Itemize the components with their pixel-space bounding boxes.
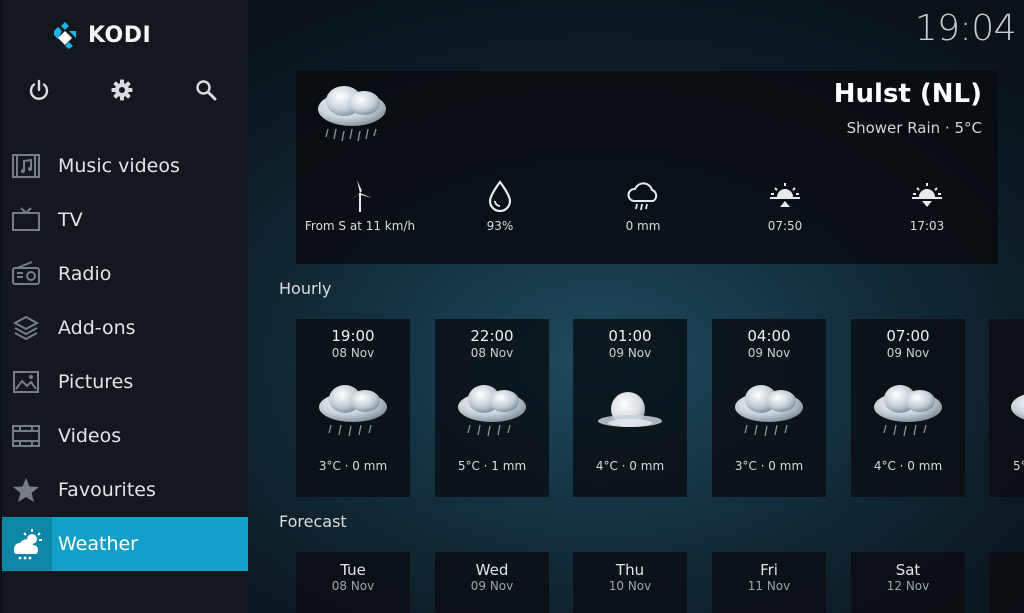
precipitation-stat: 0 mm bbox=[573, 179, 713, 234]
hourly-card[interactable]: 04:00 09 Nov 3°C · 0 mm bbox=[712, 319, 826, 497]
forecast-card[interactable]: Wed 09 Nov bbox=[435, 552, 549, 613]
film-icon bbox=[12, 425, 40, 447]
wind-turbine-icon bbox=[349, 180, 372, 212]
forecast-day: Thu bbox=[615, 561, 645, 579]
hourly-summary: 5° bbox=[1013, 459, 1024, 473]
forecast-card[interactable]: Tue 08 Nov bbox=[296, 552, 410, 613]
sidebar-item-label: TV bbox=[58, 209, 83, 231]
sidebar-item-weather[interactable]: Weather bbox=[2, 517, 248, 571]
forecast-date: 09 Nov bbox=[470, 579, 514, 593]
forecast-card[interactable]: Sat 12 Nov bbox=[851, 552, 965, 613]
sidebar-item-pictures[interactable]: Pictures bbox=[2, 355, 248, 409]
radio-icon bbox=[12, 261, 40, 285]
addons-icon bbox=[12, 315, 40, 341]
hourly-summary: 3°C · 0 mm bbox=[734, 459, 804, 473]
main-menu: Music videos TV Radio Add-ons Pictures V… bbox=[2, 139, 248, 571]
power-icon[interactable] bbox=[27, 78, 51, 102]
wind-value: From S at 11 km/h bbox=[304, 219, 416, 233]
sunset-stat: 17:03 bbox=[857, 179, 997, 234]
forecast-card[interactable]: Thu 10 Nov bbox=[573, 552, 687, 613]
rain-cloud-icon bbox=[735, 385, 803, 437]
music-video-icon bbox=[12, 154, 40, 178]
kodi-logo[interactable]: KODI bbox=[50, 20, 151, 50]
sidebar-item-label: Weather bbox=[58, 533, 138, 555]
app-name: KODI bbox=[88, 22, 152, 48]
sunset-value: 17:03 bbox=[909, 219, 945, 233]
wind-stat: From S at 11 km/h bbox=[290, 179, 430, 234]
sidebar: KODI Music videos TV Radio Add-ons Pictu… bbox=[2, 0, 248, 613]
rain-cloud-icon bbox=[319, 385, 387, 437]
sidebar-item-label: Favourites bbox=[58, 479, 156, 501]
rain-cloud-icon bbox=[458, 385, 526, 437]
hourly-time: 04:00 bbox=[747, 327, 791, 345]
forecast-card[interactable]: Fri 11 Nov bbox=[712, 552, 826, 613]
hourly-summary: 3°C · 0 mm bbox=[318, 459, 388, 473]
rain-cloud-icon bbox=[874, 385, 942, 437]
hourly-summary: 4°C · 0 mm bbox=[595, 459, 665, 473]
sunset-icon bbox=[912, 183, 942, 207]
hourly-heading: Hourly bbox=[279, 279, 332, 298]
sidebar-item-videos[interactable]: Videos bbox=[2, 409, 248, 463]
rain-cloud-icon bbox=[627, 182, 658, 211]
sidebar-item-addons[interactable]: Add-ons bbox=[2, 301, 248, 355]
sunrise-icon bbox=[770, 183, 800, 207]
humidity-stat: 93% bbox=[430, 179, 570, 234]
hourly-date: 09 Nov bbox=[747, 346, 791, 360]
current-weather-panel: Hulst (NL) Shower Rain · 5°C From S at 1… bbox=[296, 71, 998, 264]
tv-icon bbox=[12, 207, 40, 231]
clock: 19:04 bbox=[914, 8, 1017, 49]
search-icon[interactable] bbox=[194, 78, 218, 102]
precipitation-value: 0 mm bbox=[625, 219, 661, 233]
sidebar-item-label: Radio bbox=[58, 263, 112, 285]
forecast-date: 11 Nov bbox=[747, 579, 791, 593]
hourly-date: 09 Nov bbox=[886, 346, 930, 360]
forecast-date: 10 Nov bbox=[608, 579, 652, 593]
moon-cloud-icon bbox=[598, 392, 662, 427]
forecast-day: Fri bbox=[760, 561, 778, 579]
sidebar-item-music-videos[interactable]: Music videos bbox=[2, 139, 248, 193]
kodi-logo-icon bbox=[54, 22, 76, 49]
humidity-drop-icon bbox=[488, 180, 512, 213]
forecast-day: Tue bbox=[340, 561, 366, 579]
weather-icon bbox=[2, 517, 52, 571]
sunrise-stat: 07:50 bbox=[715, 179, 855, 234]
hourly-date: 08 Nov bbox=[470, 346, 514, 360]
forecast-date: 08 Nov bbox=[331, 579, 375, 593]
hourly-date: 09 Nov bbox=[608, 346, 652, 360]
sidebar-item-label: Videos bbox=[58, 425, 122, 447]
forecast-date: 12 Nov bbox=[886, 579, 930, 593]
hourly-card[interactable]: 07:00 09 Nov 4°C · 0 mm bbox=[851, 319, 965, 497]
hourly-card[interactable]: 01:00 09 Nov 4°C · 0 mm bbox=[573, 319, 687, 497]
rain-cloud-icon bbox=[1011, 394, 1024, 420]
hourly-date: 08 Nov bbox=[331, 346, 375, 360]
sidebar-item-label: Music videos bbox=[58, 155, 180, 177]
star-icon bbox=[13, 478, 39, 502]
hourly-time: 07:00 bbox=[886, 327, 930, 345]
forecast-day: Wed bbox=[475, 561, 509, 579]
hourly-time: 22:00 bbox=[470, 327, 514, 345]
location-name: Hulst (NL) bbox=[833, 79, 982, 109]
forecast-heading: Forecast bbox=[279, 512, 347, 531]
hourly-summary: 4°C · 0 mm bbox=[873, 459, 943, 473]
sidebar-item-label: Pictures bbox=[58, 371, 134, 393]
hourly-card-partial[interactable]: 5° bbox=[989, 319, 1024, 497]
hourly-summary: 5°C · 1 mm bbox=[457, 459, 527, 473]
current-condition: Shower Rain · 5°C bbox=[846, 119, 982, 137]
humidity-value: 93% bbox=[486, 219, 514, 233]
forecast-card-partial[interactable] bbox=[989, 552, 1024, 613]
hourly-card[interactable]: 19:00 08 Nov 3°C · 0 mm bbox=[296, 319, 410, 497]
forecast-day: Sat bbox=[895, 561, 921, 579]
pictures-icon bbox=[13, 371, 39, 393]
sidebar-item-favourites[interactable]: Favourites bbox=[2, 463, 248, 517]
gear-icon[interactable] bbox=[110, 78, 134, 102]
sidebar-item-radio[interactable]: Radio bbox=[2, 247, 248, 301]
sidebar-item-label: Add-ons bbox=[58, 317, 136, 339]
hourly-card[interactable]: 22:00 08 Nov 5°C · 1 mm bbox=[435, 319, 549, 497]
sunrise-value: 07:50 bbox=[767, 219, 803, 233]
sidebar-item-tv[interactable]: TV bbox=[2, 193, 248, 247]
hourly-time: 01:00 bbox=[608, 327, 652, 345]
hourly-time: 19:00 bbox=[331, 327, 375, 345]
current-condition-icon bbox=[318, 86, 386, 142]
